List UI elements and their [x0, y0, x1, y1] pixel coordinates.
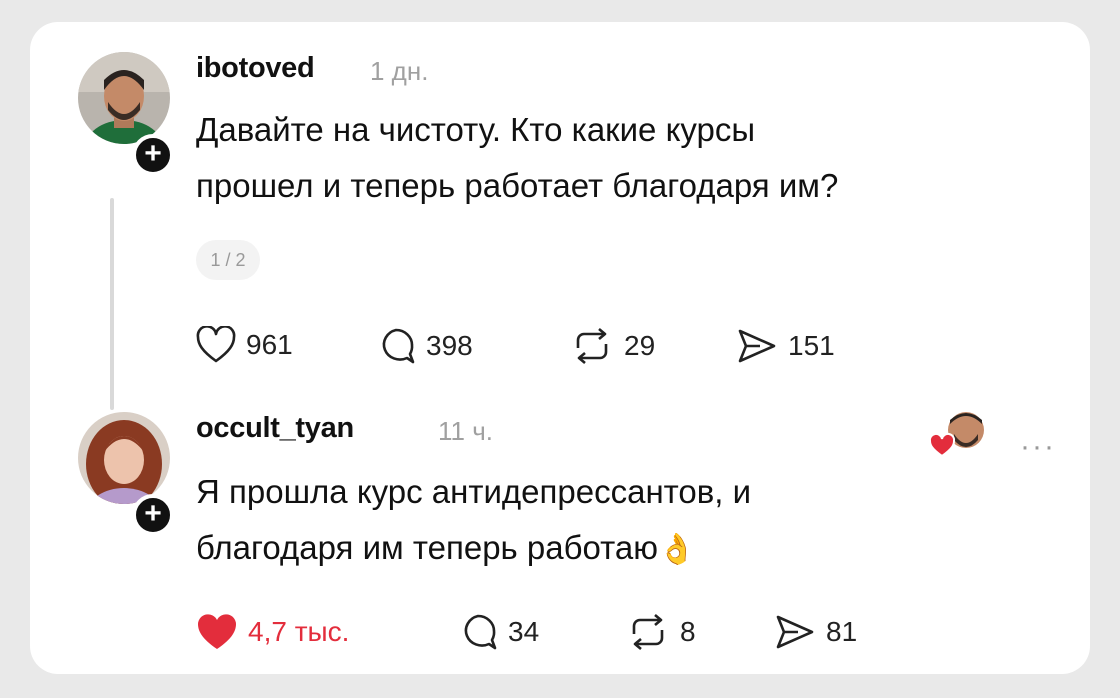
- repost-icon: [576, 328, 608, 364]
- more-options-button[interactable]: ···: [1020, 430, 1056, 464]
- follow-plus-button[interactable]: +: [132, 494, 174, 536]
- post-like-button[interactable]: 961: [196, 326, 293, 364]
- reply-repost-count: 8: [680, 616, 696, 647]
- post-time: 1 дн.: [370, 56, 429, 86]
- reply-repost-button[interactable]: 8: [626, 612, 696, 652]
- post-share-count: 151: [788, 330, 835, 361]
- avatar-occult-tyan[interactable]: [78, 412, 170, 504]
- reply-text-line-1: Я прошла курс антидепрессантов, и: [196, 473, 752, 510]
- ok-hand-emoji: 👌: [658, 533, 696, 566]
- reply-share-button[interactable]: 81: [774, 612, 857, 652]
- thread-line: [110, 198, 114, 410]
- post-share-button[interactable]: 151: [736, 326, 835, 366]
- post-text-line-2: прошел и теперь работает благодаря им?: [196, 167, 839, 204]
- reply-comment-button[interactable]: 34: [458, 612, 539, 652]
- reply-like-button[interactable]: 4,7 тыс.: [196, 612, 349, 652]
- post-comment-button[interactable]: 398: [376, 326, 473, 366]
- post-like-count: 961: [246, 329, 293, 360]
- post-repost-count: 29: [624, 330, 656, 361]
- comment-icon: [382, 328, 415, 364]
- reply-comment-count: 34: [508, 616, 540, 647]
- reply-time: 11 ч.: [438, 416, 493, 446]
- share-icon: [738, 329, 776, 363]
- carousel-pager: 1 / 2: [196, 240, 260, 280]
- reply-username[interactable]: occult_tyan: [196, 412, 354, 445]
- post-comment-count: 398: [426, 330, 473, 361]
- liked-by-author-badge: [928, 408, 988, 468]
- heart-icon: [196, 326, 236, 363]
- repost-icon: [632, 614, 664, 650]
- post-repost-button[interactable]: 29: [570, 326, 655, 366]
- threads-card: + ibotoved 1 дн. Давайте на чистоту. Кто…: [30, 22, 1090, 674]
- reply-share-count: 81: [826, 616, 858, 647]
- post-username[interactable]: ibotoved: [196, 52, 315, 85]
- avatar-ibotoved[interactable]: [78, 52, 170, 144]
- share-icon: [776, 615, 814, 649]
- reply-text-line-2: благодаря им теперь работаю👌: [196, 520, 956, 578]
- reply-text-line-2-text: благодаря им теперь работаю: [196, 529, 658, 566]
- follow-plus-button[interactable]: +: [132, 134, 174, 176]
- post-text-line-1: Давайте на чистоту. Кто какие курсы: [196, 111, 756, 148]
- small-heart-icon: [928, 432, 956, 458]
- reply-like-count: 4,7 тыс.: [248, 616, 350, 647]
- comment-icon: [464, 614, 497, 650]
- heart-filled-icon: [198, 614, 236, 649]
